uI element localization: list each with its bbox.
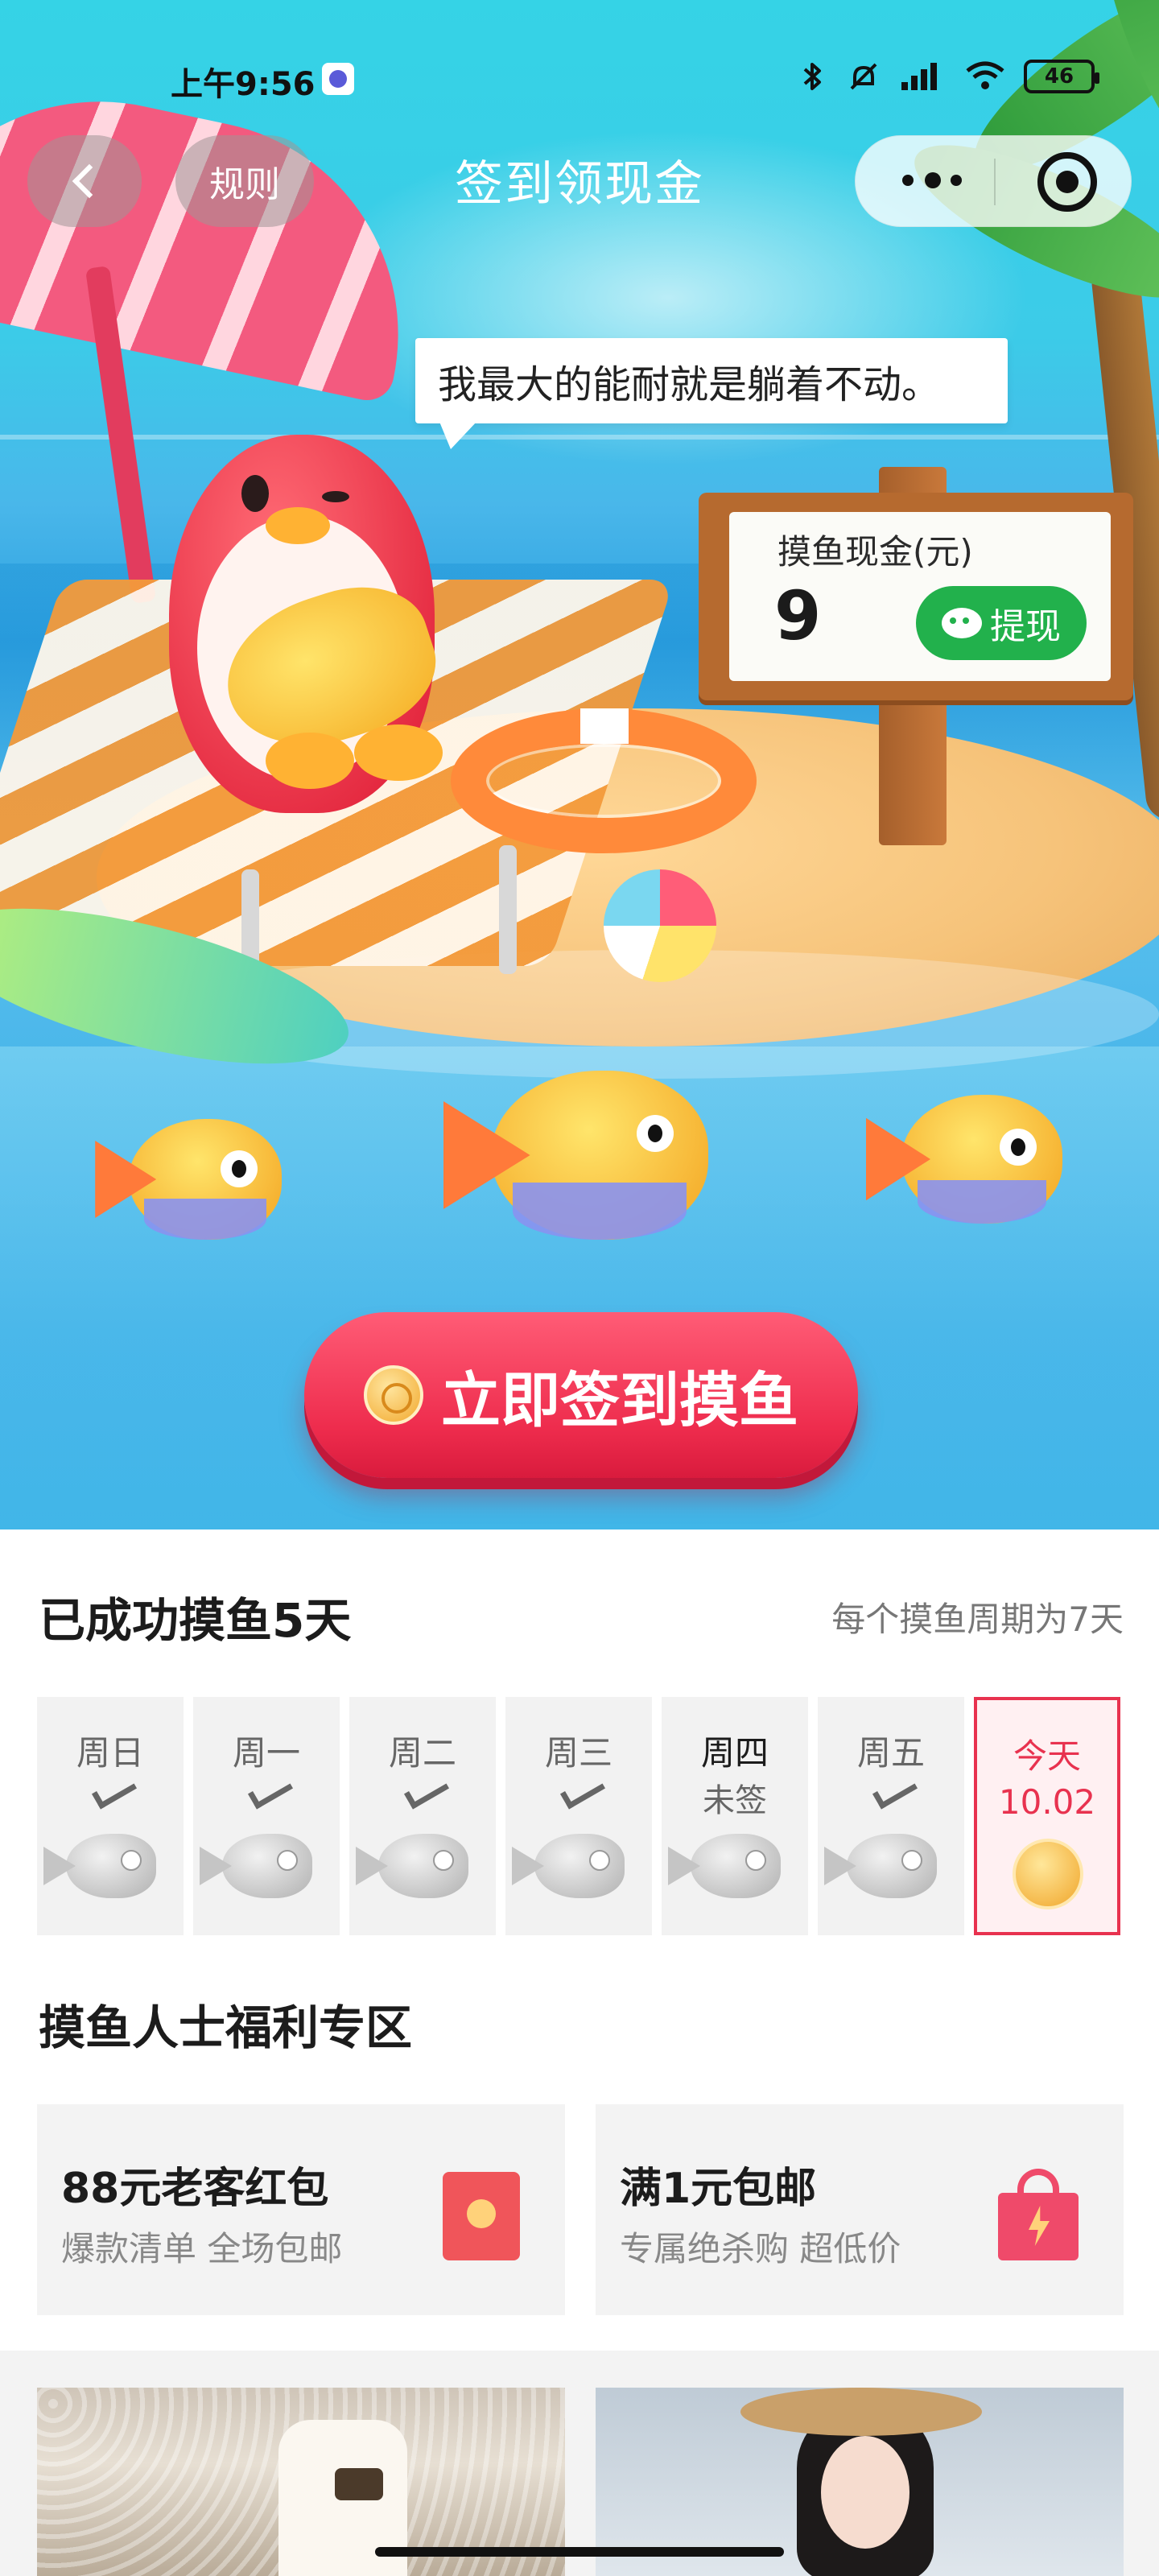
wifi-icon bbox=[964, 60, 1006, 93]
fish-eye bbox=[220, 1150, 258, 1187]
penguin-foot bbox=[266, 733, 354, 789]
beach-ball bbox=[604, 869, 716, 982]
penguin-eye bbox=[322, 491, 349, 502]
home-indicator[interactable] bbox=[375, 2547, 784, 2557]
penguin-eye bbox=[241, 475, 269, 512]
mute-icon bbox=[847, 60, 881, 93]
wechat-icon bbox=[942, 608, 982, 638]
fish-eye bbox=[1000, 1128, 1037, 1166]
more-dot bbox=[951, 175, 962, 186]
day-name: 周三 bbox=[544, 1733, 612, 1773]
withdraw-button[interactable]: 提现 bbox=[916, 586, 1087, 660]
fish bbox=[95, 1119, 282, 1240]
fish-icon bbox=[847, 1834, 937, 1898]
fish-belly bbox=[144, 1199, 266, 1240]
week-days: 周日 周一 周二 周三 周四 未签 周五 今天 10.02 bbox=[37, 1697, 1124, 1938]
welfare-title: 摸鱼人士福利专区 bbox=[39, 2000, 413, 2055]
check-icon bbox=[559, 1773, 606, 1810]
fish-belly bbox=[918, 1179, 1046, 1224]
day-name: 周一 bbox=[232, 1733, 300, 1773]
penguin-beak bbox=[266, 507, 330, 544]
promo-subtitle: 爆款清单 全场包邮 bbox=[61, 2229, 343, 2268]
fish bbox=[866, 1095, 1062, 1224]
check-icon bbox=[403, 1773, 450, 1810]
app-notification-icon bbox=[322, 63, 354, 95]
fish-belly bbox=[513, 1182, 687, 1240]
day-card: 周日 bbox=[37, 1697, 184, 1935]
bluetooth-icon bbox=[795, 60, 829, 93]
battery-icon: 46 bbox=[1024, 60, 1099, 93]
day-name: 周五 bbox=[856, 1733, 925, 1773]
day-name: 周日 bbox=[76, 1733, 144, 1773]
fish-icon bbox=[534, 1834, 625, 1898]
fish-icon bbox=[66, 1834, 156, 1898]
today-date: 10.02 bbox=[998, 1782, 1096, 1822]
fish bbox=[443, 1071, 708, 1240]
straw-hat bbox=[740, 2388, 982, 2436]
more-dot bbox=[902, 175, 914, 186]
promo-card-free-shipping[interactable]: 满1元包邮 专属绝杀购 超低价 bbox=[596, 2104, 1124, 2315]
day-card: 周五 bbox=[818, 1697, 964, 1935]
speech-bubble: 我最大的能耐就是躺着不动。 bbox=[415, 338, 1008, 449]
status-icons: 46 bbox=[795, 60, 1099, 93]
hero-banner: 摸鱼现金(元) 9 提现 我最大的能耐就是躺着不动。 立即签到摸鱼 bbox=[0, 0, 1159, 1530]
withdraw-label: 提现 bbox=[990, 606, 1061, 647]
cash-label: 摸鱼现金(元) bbox=[777, 532, 973, 572]
status-bar: 上午9:56 46 bbox=[0, 48, 1159, 113]
coin-icon bbox=[364, 1365, 423, 1425]
coin-icon bbox=[1013, 1839, 1083, 1909]
model-face bbox=[821, 2436, 909, 2549]
day-card-today[interactable]: 今天 10.02 bbox=[974, 1697, 1120, 1935]
signin-label: 立即签到摸鱼 bbox=[441, 1365, 798, 1435]
beach-umbrella bbox=[0, 61, 439, 406]
check-icon bbox=[872, 1773, 918, 1810]
promo-subtitle: 专属绝杀购 超低价 bbox=[620, 2229, 901, 2268]
checkin-section: 已成功摸鱼5天 每个摸鱼周期为7天 周日 周一 周二 周三 周四 未签 周五 今… bbox=[0, 1530, 1159, 1980]
red-packet-icon bbox=[443, 2172, 520, 2260]
missed-label: 未签 bbox=[703, 1782, 767, 1819]
checkin-title: 已成功摸鱼5天 bbox=[39, 1593, 352, 1648]
fish-eye bbox=[636, 1114, 674, 1152]
close-mini-program-icon[interactable] bbox=[1037, 152, 1097, 212]
day-card: 周三 bbox=[505, 1697, 652, 1935]
signal-icon bbox=[898, 60, 947, 93]
capsule-divider bbox=[994, 159, 996, 205]
cycle-note: 每个摸鱼周期为7天 bbox=[831, 1600, 1124, 1639]
fish-icon bbox=[378, 1834, 468, 1898]
day-card-missed: 周四 未签 bbox=[662, 1697, 808, 1935]
day-name: 周二 bbox=[388, 1733, 456, 1773]
day-name: 周四 bbox=[700, 1733, 769, 1773]
promo-title: 满1元包邮 bbox=[620, 2165, 817, 2213]
horizon bbox=[0, 435, 1159, 440]
fish-icon bbox=[691, 1834, 781, 1898]
fish-icon bbox=[222, 1834, 312, 1898]
cash-value: 9 bbox=[774, 576, 822, 655]
promo-title: 88元老客红包 bbox=[61, 2165, 329, 2213]
promo-card-red-packet[interactable]: 88元老客红包 爆款清单 全场包邮 bbox=[37, 2104, 565, 2315]
signin-button[interactable]: 立即签到摸鱼 bbox=[304, 1312, 858, 1478]
day-name: 今天 bbox=[1013, 1736, 1081, 1776]
day-card: 周一 bbox=[193, 1697, 340, 1935]
lifebuoy bbox=[451, 708, 757, 853]
check-icon bbox=[91, 1773, 138, 1810]
more-icon[interactable] bbox=[894, 165, 971, 197]
more-dot bbox=[925, 172, 941, 188]
status-time: 上午9:56 bbox=[171, 66, 316, 103]
check-icon bbox=[247, 1773, 294, 1810]
bow-tie bbox=[335, 2468, 383, 2500]
day-card: 周二 bbox=[349, 1697, 496, 1935]
penguin-foot bbox=[354, 724, 443, 781]
mini-program-capsule bbox=[855, 135, 1132, 227]
shopping-bag-icon bbox=[998, 2169, 1079, 2260]
page: 摸鱼现金(元) 9 提现 我最大的能耐就是躺着不动。 立即签到摸鱼 上午9:56 bbox=[0, 0, 1159, 2576]
chair-leg bbox=[499, 845, 517, 974]
